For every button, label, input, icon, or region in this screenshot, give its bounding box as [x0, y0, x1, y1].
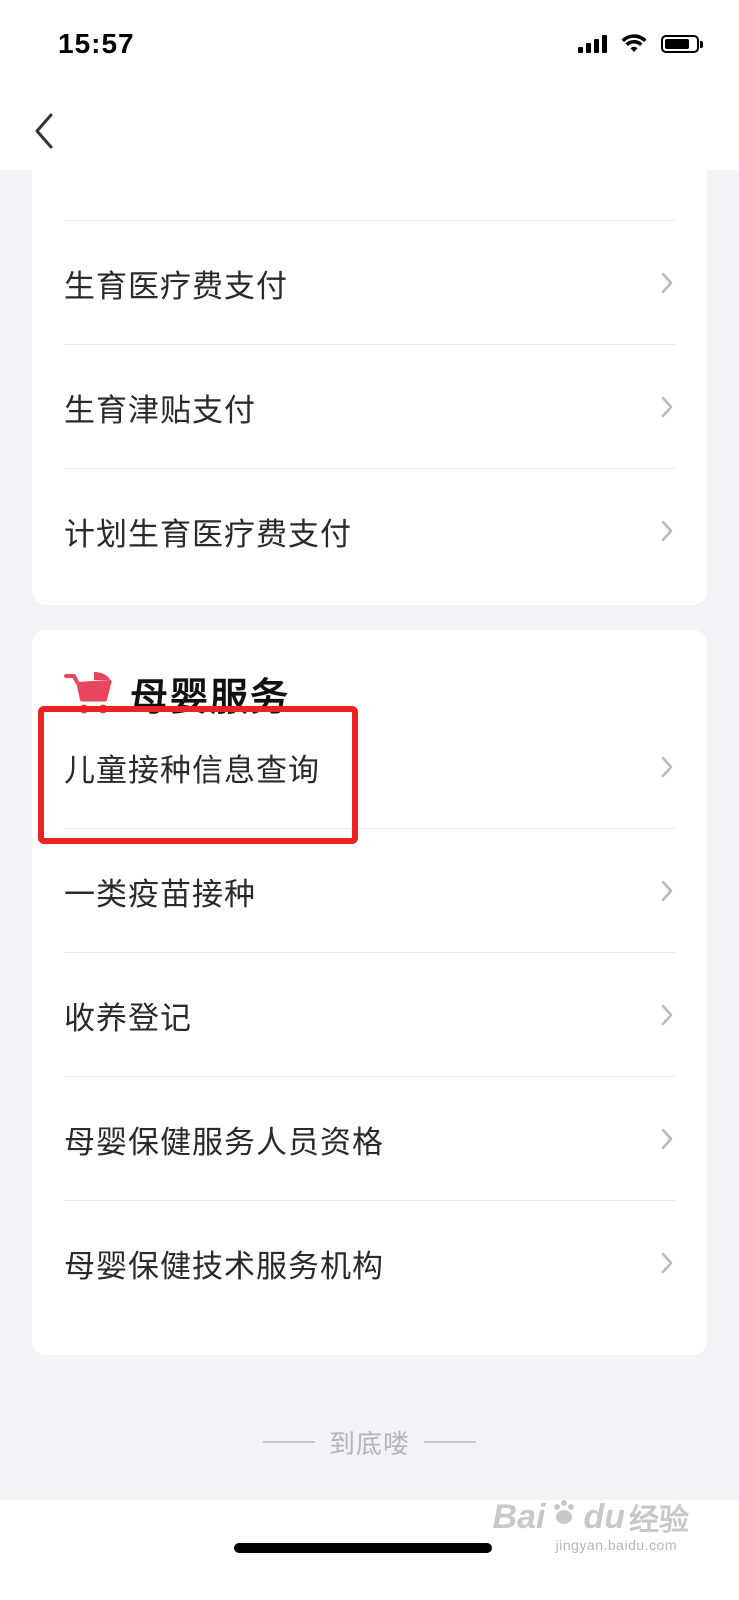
list-item-label: 计划生育医疗费支付 — [64, 516, 352, 553]
list-item-label: 生育医疗费支付 — [64, 268, 288, 305]
list-item-label: 母婴保健服务人员资格 — [64, 1124, 384, 1161]
baidu-jingyan-watermark: Bai du 经验 jingyan.baidu.com — [492, 1495, 689, 1554]
list-item-label: 收养登记 — [64, 1000, 192, 1037]
list-item-family-planning-payment[interactable]: 计划生育医疗费支付 — [64, 468, 675, 594]
mother-baby-services-card: 母婴服务 儿童接种信息查询 一类疫苗接种 收养登记 母婴保健服务人员资格 母婴保… — [32, 630, 707, 1355]
battery-icon — [661, 35, 703, 53]
paw-icon — [549, 1498, 579, 1537]
status-bar: 15:57 — [0, 0, 739, 92]
end-of-list-note: 到底喽 — [0, 1422, 739, 1462]
status-icons — [578, 34, 703, 54]
chevron-right-icon — [659, 878, 675, 904]
chevron-right-icon — [659, 518, 675, 544]
watermark-url: jingyan.baidu.com — [555, 1537, 677, 1553]
list-item-child-vaccination-query[interactable]: 儿童接种信息查询 — [64, 704, 675, 830]
app-screen: 15:57 生育医疗费支付 生育津贴支付 计划生育医疗费支付 母婴服务 儿童接种… — [0, 0, 739, 1600]
chevron-right-icon — [659, 1002, 675, 1028]
list-item-adoption-registration[interactable]: 收养登记 — [64, 952, 675, 1078]
insurance-card-items: 生育医疗费支付 生育津贴支付 计划生育医疗费支付 — [32, 140, 707, 605]
chevron-right-icon — [659, 754, 675, 780]
chevron-right-icon — [659, 1126, 675, 1152]
list-item-label: 生育津贴支付 — [64, 392, 256, 429]
divider-line — [262, 1441, 315, 1443]
watermark-brand-cn: 经验 — [629, 1504, 689, 1537]
list-item-maternity-allowance-payment[interactable]: 生育津贴支付 — [64, 344, 675, 470]
chevron-right-icon — [659, 270, 675, 296]
list-item-class-one-vaccine[interactable]: 一类疫苗接种 — [64, 828, 675, 954]
list-item-maternity-medical-payment[interactable]: 生育医疗费支付 — [64, 220, 675, 346]
wifi-icon — [621, 34, 647, 52]
list-item-maternal-health-staff-qualification[interactable]: 母婴保健服务人员资格 — [64, 1076, 675, 1202]
home-indicator[interactable] — [234, 1543, 492, 1553]
end-of-list-text: 到底喽 — [328, 1429, 410, 1460]
list-item-maternal-health-institution[interactable]: 母婴保健技术服务机构 — [64, 1200, 675, 1326]
back-button[interactable] — [22, 106, 66, 156]
watermark-brand-suffix: du — [583, 1497, 625, 1536]
nav-bar — [0, 92, 739, 170]
cellular-signal-icon — [578, 35, 607, 53]
list-item-label: 一类疫苗接种 — [64, 876, 256, 913]
chevron-left-icon — [35, 113, 53, 149]
list-item-label: 儿童接种信息查询 — [64, 752, 320, 789]
status-time: 15:57 — [58, 28, 135, 59]
watermark-brand: Bai — [492, 1497, 546, 1536]
chevron-right-icon — [659, 1250, 675, 1276]
list-item-label: 母婴保健技术服务机构 — [64, 1248, 384, 1285]
divider-line — [424, 1441, 476, 1443]
chevron-right-icon — [659, 394, 675, 420]
